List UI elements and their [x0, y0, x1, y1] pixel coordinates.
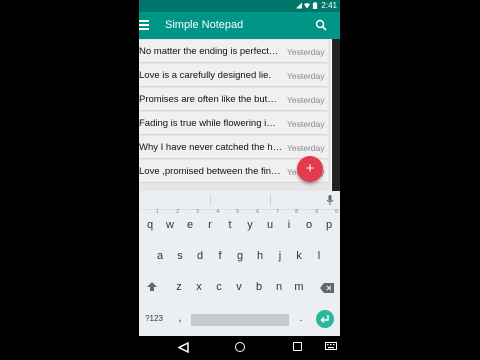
key-k[interactable]: k	[290, 250, 308, 262]
key-p[interactable]: 0p	[320, 209, 338, 231]
suggestion-strip	[139, 191, 340, 210]
key-t[interactable]: 5t	[221, 209, 239, 231]
enter-button[interactable]	[316, 310, 334, 328]
recent-apps-icon[interactable]	[293, 342, 302, 351]
note-date: Yesterday	[287, 47, 325, 57]
key-o[interactable]: 9o	[300, 209, 318, 231]
navigation-bar	[139, 336, 340, 360]
note-date: Yesterday	[287, 71, 325, 81]
note-row[interactable]: No matter the ending is perfect… Yesterd…	[139, 40, 328, 63]
note-row[interactable]: Fading is true while flowering i… Yester…	[139, 112, 328, 135]
key-l[interactable]: l	[310, 250, 328, 262]
key-h[interactable]: h	[251, 250, 269, 262]
key-n[interactable]: n	[270, 281, 288, 293]
app-bar: Simple Notepad	[139, 12, 340, 39]
key-q[interactable]: 1q	[141, 209, 159, 231]
key-period[interactable]: .	[292, 312, 310, 324]
battery-icon	[312, 2, 318, 9]
symbols-key[interactable]: ?123	[141, 314, 167, 323]
wifi-icon	[304, 3, 310, 9]
key-comma[interactable]: ,	[171, 312, 189, 324]
note-text: No matter the ending is perfect…	[139, 46, 279, 57]
key-z[interactable]: z	[170, 281, 188, 293]
menu-icon[interactable]	[139, 20, 149, 30]
spacebar[interactable]	[191, 314, 289, 326]
phone-screen: 2:41 Simple Notepad No matter the ending…	[139, 0, 340, 360]
home-icon[interactable]	[235, 342, 245, 352]
key-i[interactable]: 8i	[280, 209, 298, 231]
key-y[interactable]: 6y	[241, 209, 259, 231]
enter-icon	[320, 315, 329, 324]
key-x[interactable]: x	[190, 281, 208, 293]
note-text: Why I have never catched the h…	[139, 142, 283, 153]
note-row[interactable]: Love is a carefully designed lie. Yester…	[139, 64, 328, 87]
key-c[interactable]: c	[210, 281, 228, 293]
note-text: Fading is true while flowering i…	[139, 118, 276, 129]
search-icon[interactable]	[315, 19, 327, 31]
key-m[interactable]: m	[290, 281, 308, 293]
suggestion-divider	[270, 194, 271, 206]
key-r[interactable]: 4r	[201, 209, 219, 231]
note-text: Love is a carefully designed lie.	[139, 70, 272, 81]
app-title: Simple Notepad	[165, 19, 244, 31]
status-bar: 2:41	[139, 0, 340, 12]
back-icon[interactable]	[178, 342, 189, 353]
note-row[interactable]: Promises are often like the but… Yesterd…	[139, 88, 328, 111]
shift-icon[interactable]	[146, 281, 158, 293]
key-e[interactable]: 3e	[181, 209, 199, 231]
key-a[interactable]: a	[151, 250, 169, 262]
microphone-icon[interactable]	[326, 195, 334, 205]
key-f[interactable]: f	[211, 250, 229, 262]
keyboard-switch-icon[interactable]	[325, 342, 337, 350]
note-date: Yesterday	[287, 143, 325, 153]
signal-icon	[296, 2, 302, 9]
key-b[interactable]: b	[250, 281, 268, 293]
key-w[interactable]: 2w	[161, 209, 179, 231]
note-text: Promises are often like the but…	[139, 94, 277, 105]
backspace-icon[interactable]	[320, 283, 334, 293]
suggestion-divider	[210, 194, 211, 206]
status-time: 2:41	[321, 1, 337, 10]
key-s[interactable]: s	[171, 250, 189, 262]
keyboard: 1q 2w 3e 4r 5t 6y 7u 8i 9o 0p a s d f g …	[139, 191, 340, 336]
note-row[interactable]: Why I have never catched the h… Yesterda…	[139, 136, 328, 159]
add-note-button[interactable]: +	[297, 156, 323, 182]
note-date: Yesterday	[287, 119, 325, 129]
key-j[interactable]: j	[271, 250, 289, 262]
note-date: Yesterday	[287, 95, 325, 105]
key-d[interactable]: d	[191, 250, 209, 262]
note-text: Love ,promised between the fin…	[139, 166, 281, 177]
key-u[interactable]: 7u	[261, 209, 279, 231]
key-v[interactable]: v	[230, 281, 248, 293]
key-g[interactable]: g	[231, 250, 249, 262]
scrollbar[interactable]	[332, 39, 340, 191]
